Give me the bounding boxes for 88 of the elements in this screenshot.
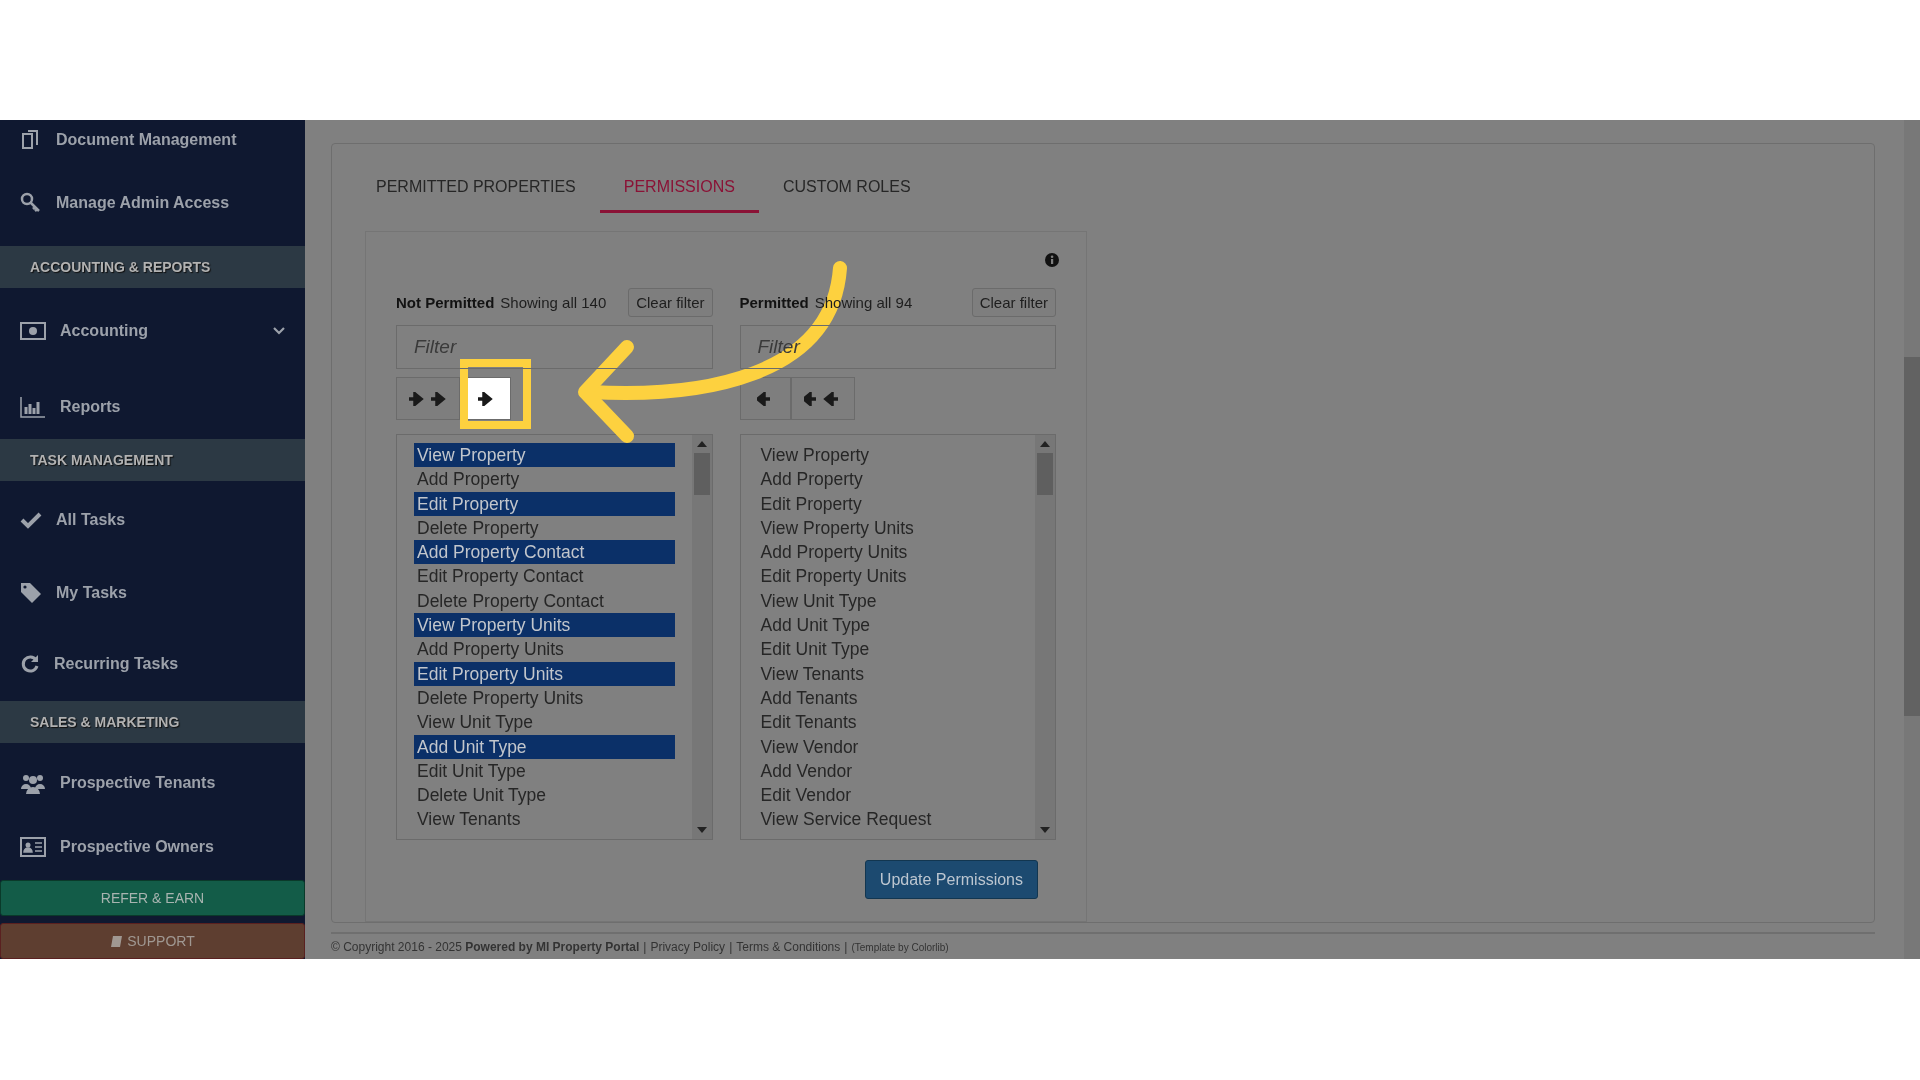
list-option[interactable]: Delete Unit Type — [414, 783, 675, 808]
list-option[interactable]: View Unit Type — [414, 710, 675, 735]
list-option[interactable]: View Property Units — [757, 515, 1018, 541]
list-option[interactable]: Add Property Units — [757, 540, 1018, 565]
list-option[interactable]: Add Property Units — [414, 637, 675, 662]
refresh-icon — [20, 654, 40, 674]
list-scrollbar[interactable] — [1035, 435, 1055, 839]
sidebar-item[interactable]: Document Management — [56, 131, 285, 149]
id-card-icon — [20, 837, 46, 857]
double-right-arrow-icon — [409, 391, 447, 406]
list-option[interactable]: Edit Property Units — [757, 564, 1018, 589]
list-option[interactable]: View Property Units — [414, 613, 675, 638]
list-option[interactable]: Edit Property — [757, 491, 1018, 516]
list-option[interactable]: Add Vendor — [757, 758, 1018, 784]
tab[interactable]: CUSTOM ROLES — [758, 166, 935, 213]
sidebar-item[interactable]: All Tasks — [56, 511, 285, 529]
separator: | — [643, 940, 647, 954]
separator: | — [844, 940, 848, 954]
list-option[interactable]: Add Property — [757, 467, 1018, 492]
list-option[interactable]: Delete Property Units — [414, 685, 675, 711]
list-option[interactable]: View Tenants — [757, 661, 1018, 686]
tab[interactable]: PERMISSIONS — [599, 166, 759, 213]
highlight-frame — [460, 359, 531, 429]
list-option[interactable]: Add Property Contact — [414, 540, 675, 565]
right-arrow-icon — [477, 391, 494, 406]
list-option[interactable]: Add Unit Type — [757, 613, 1018, 638]
list-option[interactable]: Edit Property — [414, 491, 675, 516]
list-option[interactable]: Delete Property Contact — [414, 588, 675, 614]
sidebar-section-header: SALES & MARKETING — [0, 701, 305, 743]
chevron-down-icon[interactable] — [273, 327, 285, 335]
scrollbar-thumb[interactable] — [1904, 357, 1920, 716]
info-icon[interactable] — [1045, 252, 1059, 267]
list-title: Permitted — [739, 293, 809, 311]
book-icon — [110, 934, 124, 948]
list-option[interactable]: Delete Property — [414, 515, 675, 541]
sidebar-item[interactable]: Reports — [60, 397, 285, 416]
filter-field[interactable]: Filter — [396, 325, 713, 369]
list-option[interactable]: Edit Unit Type — [757, 637, 1018, 662]
list-option[interactable]: Add Unit Type — [414, 734, 675, 759]
sidebar-item[interactable]: Accounting — [60, 322, 259, 340]
item-count: Showing all 140 — [500, 293, 608, 311]
update-permissions-button[interactable]: Update Permissions — [864, 860, 1038, 899]
bar-chart-icon — [20, 395, 46, 418]
sidebar-section-header: TASK MANAGEMENT — [0, 439, 305, 481]
list-option[interactable]: View Unit Type — [757, 588, 1018, 614]
sidebar-item[interactable]: Recurring Tasks — [54, 655, 285, 673]
list-option[interactable]: View Property — [757, 443, 1018, 468]
separator: | — [729, 940, 733, 954]
users-icon — [20, 772, 46, 794]
scroll-up-icon[interactable] — [696, 441, 707, 447]
tag-icon — [20, 582, 42, 604]
list-scrollbar[interactable] — [691, 435, 712, 839]
list-option[interactable]: Add Property — [414, 467, 675, 492]
list-option[interactable]: Edit Unit Type — [414, 758, 675, 784]
sidebar-item[interactable]: Prospective Owners — [60, 838, 285, 856]
list-option[interactable]: Add Tenants — [757, 685, 1018, 711]
list-option[interactable]: Edit Vendor — [757, 783, 1018, 808]
sidebar-item[interactable]: Prospective Tenants — [60, 774, 285, 792]
list-title: Not Permitted — [396, 293, 495, 311]
scroll-down-icon[interactable] — [696, 827, 707, 833]
list-option[interactable]: Edit Property Contact — [414, 564, 675, 589]
scroll-down-icon[interactable] — [1040, 827, 1050, 833]
support-button[interactable]: SUPPORT — [0, 923, 305, 959]
clear-filter-button[interactable]: Clear filter — [971, 287, 1056, 317]
key-icon — [20, 192, 42, 214]
page-scrollbar[interactable] — [1904, 120, 1920, 959]
sidebar-item[interactable]: Manage Admin Access — [56, 194, 285, 212]
tab[interactable]: PERMITTED PROPERTIES — [352, 166, 600, 213]
list-option[interactable]: View Vendor — [757, 734, 1018, 759]
checkmark-icon — [20, 511, 42, 529]
clear-filter-button[interactable]: Clear filter — [628, 287, 713, 317]
banknote-icon — [20, 322, 46, 340]
footer-link[interactable]: Privacy Policy — [650, 940, 726, 954]
scrollbar-thumb[interactable] — [693, 453, 710, 495]
move-button[interactable] — [739, 377, 791, 420]
scrollbar-thumb[interactable] — [1037, 453, 1053, 495]
list-option[interactable]: View Service Request — [757, 807, 1018, 832]
scroll-up-icon[interactable] — [1040, 441, 1050, 447]
refer-earn-button[interactable]: REFER & EARN — [0, 880, 305, 916]
sidebar-item[interactable]: My Tasks — [56, 584, 285, 602]
copyright-text: © Copyright 2016 - 2025 Powered by MI Property Portal — [331, 940, 640, 954]
template-credit: (Template by Colorlib) — [851, 942, 949, 953]
list-option[interactable]: Edit Tenants — [757, 710, 1018, 735]
sidebar-section-header: ACCOUNTING & REPORTS — [0, 246, 305, 288]
list-option[interactable]: View Property — [414, 443, 675, 468]
footer-link[interactable]: Terms & Conditions — [736, 940, 841, 954]
list-option[interactable]: View Tenants — [414, 807, 675, 832]
list-option[interactable]: Edit Property Units — [414, 661, 675, 686]
